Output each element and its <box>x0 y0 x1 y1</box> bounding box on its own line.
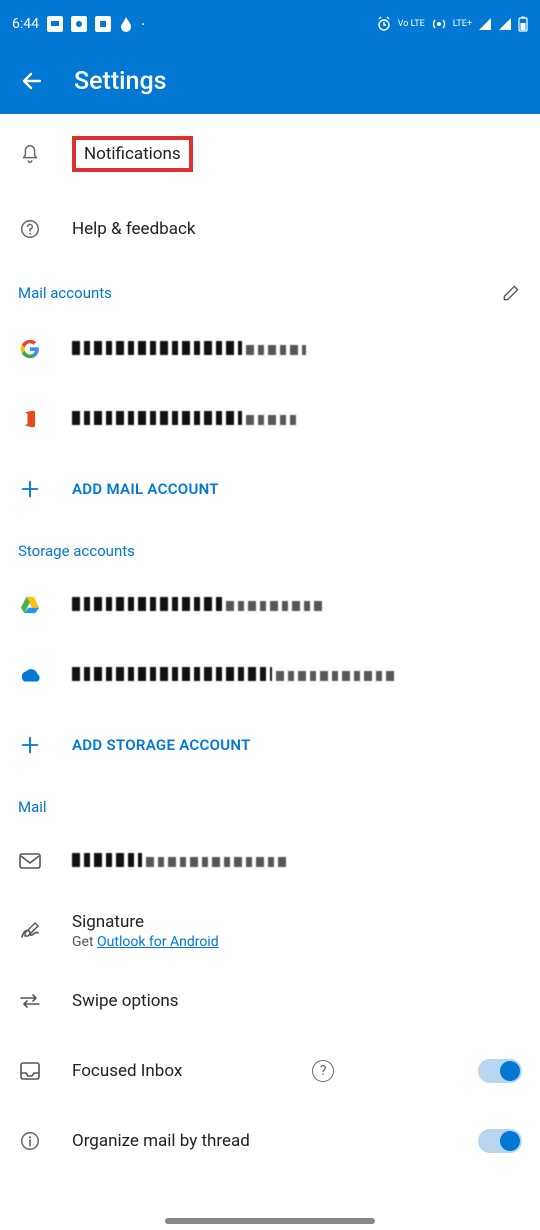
help-label: Help & feedback <box>72 219 195 239</box>
signature-icon <box>18 919 42 943</box>
signal-icon-1 <box>478 17 492 31</box>
notifications-highlight: Notifications <box>72 136 193 172</box>
gdrive-account-sub <box>226 601 326 611</box>
hotspot-icon <box>431 16 447 32</box>
back-button[interactable] <box>20 68 46 94</box>
plus-icon <box>18 733 42 757</box>
page-title: Settings <box>74 67 167 96</box>
storage-accounts-header: Storage accounts <box>0 524 540 570</box>
google-account-row[interactable] <box>0 314 540 384</box>
focused-inbox-toggle[interactable] <box>478 1059 522 1083</box>
inbox-icon <box>18 1059 42 1083</box>
dot-icon: · <box>141 15 145 34</box>
notifications-row[interactable]: Notifications <box>0 114 540 194</box>
notifications-label: Notifications <box>84 144 181 164</box>
signal-icon-2 <box>498 17 512 31</box>
notif-icon-1 <box>71 16 87 32</box>
onedrive-account-row[interactable] <box>0 640 540 710</box>
organize-thread-row[interactable]: Organize mail by thread <box>0 1106 540 1176</box>
message-icon <box>47 16 63 32</box>
focused-inbox-row[interactable]: Focused Inbox ? <box>0 1036 540 1106</box>
onedrive-account-sub <box>276 671 396 681</box>
add-mail-label: ADD MAIL ACCOUNT <box>72 480 219 498</box>
app-header: Settings <box>0 48 540 114</box>
battery-icon <box>518 16 528 32</box>
focused-help-button[interactable]: ? <box>312 1060 334 1082</box>
bell-icon <box>18 142 42 166</box>
status-time: 6:44 <box>12 16 39 32</box>
office-icon <box>18 407 42 431</box>
thread-label: Organize mail by thread <box>72 1131 250 1151</box>
envelope-icon <box>18 849 42 873</box>
swipe-options-row[interactable]: Swipe options <box>0 966 540 1036</box>
organize-thread-toggle[interactable] <box>478 1129 522 1153</box>
edit-accounts-button[interactable] <box>500 282 522 304</box>
mail-section-header: Mail <box>0 780 540 826</box>
help-feedback-row[interactable]: Help & feedback <box>0 194 540 264</box>
office-account-email <box>72 411 242 425</box>
swipe-icon <box>18 989 42 1013</box>
volte-label: Vo LTE <box>398 20 425 29</box>
default-mail-row[interactable] <box>0 826 540 896</box>
google-account-sub <box>246 345 306 355</box>
signature-sub-prefix: Get <box>72 934 97 950</box>
mail-section-label: Mail <box>18 798 47 816</box>
gdrive-account-email <box>72 597 222 611</box>
office-account-row[interactable] <box>0 384 540 454</box>
mail-accounts-header: Mail accounts <box>0 264 540 314</box>
google-account-email <box>72 341 242 355</box>
mail-accounts-label: Mail accounts <box>18 284 112 302</box>
storage-accounts-label: Storage accounts <box>18 542 135 560</box>
default-mail-sub <box>146 857 286 867</box>
add-storage-label: ADD STORAGE ACCOUNT <box>72 736 251 754</box>
onedrive-account-email <box>72 667 272 681</box>
focused-label: Focused Inbox <box>72 1061 182 1081</box>
help-icon <box>18 217 42 241</box>
alarm-icon <box>376 16 392 32</box>
flame-icon <box>119 16 133 32</box>
status-bar: 6:44 · Vo LTE LTE+ <box>0 0 540 48</box>
signature-sub: Get Outlook for Android <box>72 934 219 950</box>
home-indicator <box>165 1218 375 1224</box>
gdrive-icon <box>18 593 42 617</box>
gdrive-account-row[interactable] <box>0 570 540 640</box>
lte-label: LTE+ <box>453 20 472 29</box>
add-mail-account-button[interactable]: ADD MAIL ACCOUNT <box>0 454 540 524</box>
outlook-link[interactable]: Outlook for Android <box>97 934 219 950</box>
add-storage-account-button[interactable]: ADD STORAGE ACCOUNT <box>0 710 540 780</box>
info-icon <box>18 1129 42 1153</box>
swipe-label: Swipe options <box>72 991 179 1011</box>
google-icon <box>18 337 42 361</box>
office-account-sub <box>246 415 296 425</box>
default-mail-label <box>72 853 142 867</box>
signature-label: Signature <box>72 912 219 932</box>
notif-icon-2 <box>95 16 111 32</box>
plus-icon <box>18 477 42 501</box>
signature-row[interactable]: Signature Get Outlook for Android <box>0 896 540 966</box>
onedrive-icon <box>18 663 42 687</box>
